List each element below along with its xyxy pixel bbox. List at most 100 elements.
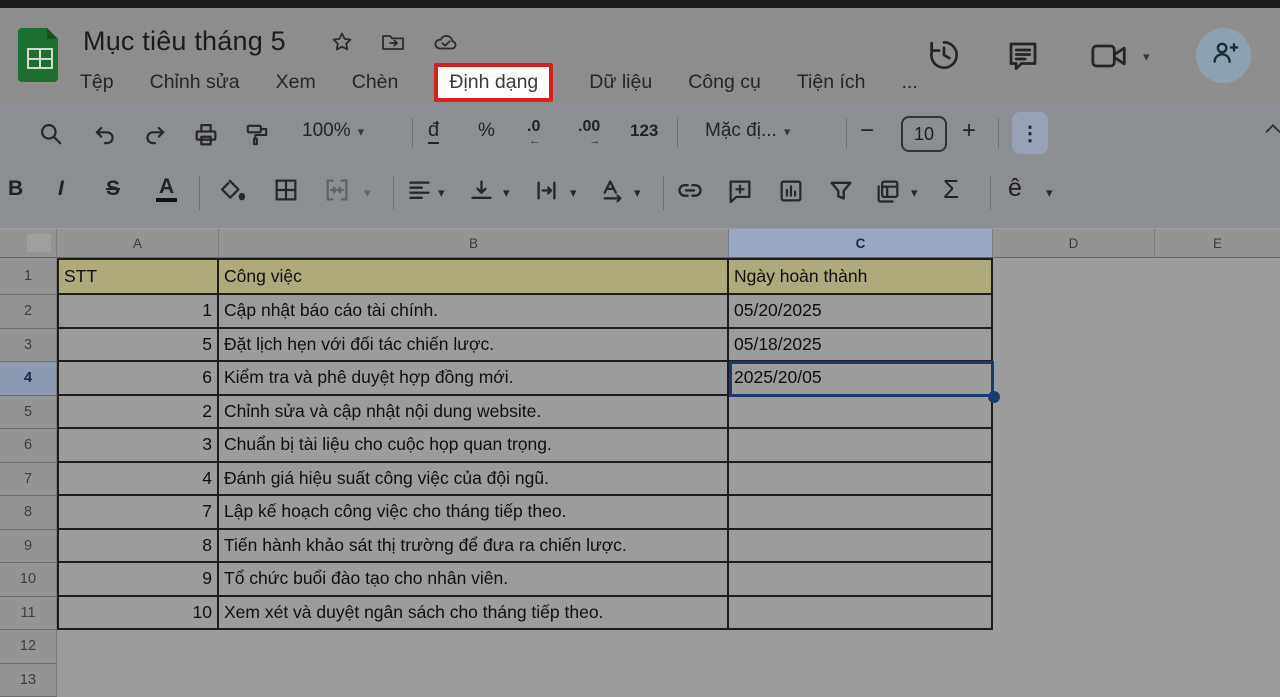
text-wrap-caret-icon[interactable]: ▾ [570, 186, 577, 199]
insert-chart-icon[interactable] [777, 177, 805, 205]
horizontal-align-icon[interactable] [406, 177, 433, 204]
comments-icon[interactable] [1005, 38, 1041, 79]
increase-decimal-button[interactable]: .00→ [578, 119, 600, 147]
italic-button[interactable]: I [58, 177, 64, 201]
menu-item--nh-d-ng[interactable]: Định dạng [434, 63, 553, 102]
column-header-D[interactable]: D [993, 229, 1155, 258]
paint-format-icon[interactable] [244, 121, 270, 149]
text-rotation-icon[interactable] [599, 177, 626, 204]
merge-cells-icon[interactable] [323, 176, 351, 204]
menu-item-ti-n-ch[interactable]: Tiện ích [797, 71, 866, 94]
insert-comment-icon[interactable] [726, 177, 754, 205]
row-header-8[interactable]: 8 [0, 496, 57, 530]
menu-item-t-p[interactable]: Tệp [80, 71, 114, 94]
column-header-B[interactable]: B [219, 229, 729, 258]
strikethrough-button[interactable]: S [106, 177, 120, 201]
cell-B5[interactable]: Chỉnh sửa và cập nhật nội dung website. [219, 396, 729, 430]
merge-caret-icon[interactable]: ▾ [364, 186, 371, 199]
cell-A7[interactable]: 4 [57, 463, 219, 497]
redo-icon[interactable] [142, 122, 168, 148]
cell-B4[interactable]: Kiểm tra và phê duyệt hợp đồng mới. [219, 362, 729, 396]
cloud-saved-icon[interactable] [432, 30, 460, 54]
cell-B7[interactable]: Đánh giá hiệu suất công việc của đội ngũ… [219, 463, 729, 497]
star-icon[interactable] [330, 30, 354, 54]
insert-link-icon[interactable] [676, 177, 704, 205]
cell-A1[interactable]: STT [57, 258, 219, 295]
cell-C5[interactable] [729, 396, 993, 430]
table-caret-icon[interactable]: ▾ [911, 186, 918, 199]
text-wrap-icon[interactable] [533, 177, 560, 204]
meet-camera-icon[interactable] [1090, 40, 1130, 77]
camera-dropdown-caret-icon[interactable]: ▾ [1143, 50, 1150, 63]
row-header-6[interactable]: 6 [0, 429, 57, 463]
cell-C11[interactable] [729, 597, 993, 631]
column-header-C[interactable]: C [729, 229, 993, 258]
row-header-11[interactable]: 11 [0, 597, 57, 631]
version-history-icon[interactable] [925, 36, 963, 79]
decrease-font-size-button[interactable]: − [860, 117, 874, 145]
cell-A11[interactable]: 10 [57, 597, 219, 631]
column-header-A[interactable]: A [57, 229, 219, 258]
row-header-10[interactable]: 10 [0, 563, 57, 597]
input-tools-button[interactable]: ê [1008, 174, 1022, 203]
cell-C3[interactable]: 05/18/2025 [729, 329, 993, 363]
undo-icon[interactable] [92, 122, 118, 148]
insert-table-icon[interactable] [874, 177, 902, 205]
row-header-5[interactable]: 5 [0, 396, 57, 430]
row-header-13[interactable]: 13 [0, 664, 57, 697]
menu-item-c-ng-c-[interactable]: Công cụ [688, 71, 761, 94]
increase-font-size-button[interactable]: + [962, 117, 976, 145]
create-filter-icon[interactable] [827, 177, 855, 205]
borders-icon[interactable] [272, 176, 300, 204]
row-header-3[interactable]: 3 [0, 329, 57, 363]
cell-C9[interactable] [729, 530, 993, 564]
text-rotation-caret-icon[interactable]: ▾ [634, 186, 641, 199]
currency-format-button[interactable]: đ [428, 119, 439, 144]
vertical-align-caret-icon[interactable]: ▾ [503, 186, 510, 199]
cell-B3[interactable]: Đặt lịch hẹn với đối tác chiến lược. [219, 329, 729, 363]
percent-format-button[interactable]: % [478, 120, 495, 142]
zoom-select[interactable]: 100%▾ [302, 120, 364, 142]
cell-A2[interactable]: 1 [57, 295, 219, 329]
cell-B11[interactable]: Xem xét và duyệt ngân sách cho tháng tiế… [219, 597, 729, 631]
row-header-12[interactable]: 12 [0, 630, 57, 664]
menu-item-ch-nh-s-a[interactable]: Chỉnh sửa [150, 71, 240, 94]
cell-C4[interactable]: 2025/20/05 [729, 362, 993, 396]
cell-A3[interactable]: 5 [57, 329, 219, 363]
vertical-align-icon[interactable] [468, 177, 495, 204]
cell-C7[interactable] [729, 463, 993, 497]
column-header-E[interactable]: E [1155, 229, 1280, 258]
row-header-2[interactable]: 2 [0, 295, 57, 329]
cell-B2[interactable]: Cập nhật báo cáo tài chính. [219, 295, 729, 329]
cell-B8[interactable]: Lập kế hoạch công việc cho tháng tiếp th… [219, 496, 729, 530]
move-folder-icon[interactable] [380, 30, 406, 54]
decrease-decimal-button[interactable]: .0← [527, 119, 540, 147]
menu-item--[interactable]: ... [901, 71, 917, 94]
select-all-corner[interactable] [0, 229, 57, 258]
horizontal-align-caret-icon[interactable]: ▾ [438, 186, 445, 199]
toolbar-more-button[interactable]: ⋮ [1012, 112, 1048, 154]
share-button[interactable] [1196, 28, 1251, 83]
cell-C6[interactable] [729, 429, 993, 463]
row-header-4[interactable]: 4 [0, 362, 57, 396]
fill-color-icon[interactable] [218, 176, 246, 204]
row-header-9[interactable]: 9 [0, 530, 57, 564]
cell-C2[interactable]: 05/20/2025 [729, 295, 993, 329]
row-header-1[interactable]: 1 [0, 258, 57, 295]
text-color-button[interactable]: A [156, 175, 177, 202]
menu-item-ch-n[interactable]: Chèn [352, 71, 399, 94]
cell-B1[interactable]: Công việc [219, 258, 729, 295]
number-format-button[interactable]: 123 [630, 121, 658, 141]
font-size-input[interactable]: 10 [901, 116, 947, 152]
sheets-logo-icon[interactable] [18, 28, 58, 82]
cell-C1[interactable]: Ngày hoàn thành [729, 258, 993, 295]
cell-A8[interactable]: 7 [57, 496, 219, 530]
font-select[interactable]: Mặc đị...▾ [705, 120, 790, 142]
cell-A6[interactable]: 3 [57, 429, 219, 463]
cell-C8[interactable] [729, 496, 993, 530]
row-header-7[interactable]: 7 [0, 463, 57, 497]
cell-C10[interactable] [729, 563, 993, 597]
fill-handle[interactable] [988, 391, 1000, 403]
functions-button[interactable]: Σ [943, 174, 959, 205]
cell-B9[interactable]: Tiến hành khảo sát thị trường để đưa ra … [219, 530, 729, 564]
